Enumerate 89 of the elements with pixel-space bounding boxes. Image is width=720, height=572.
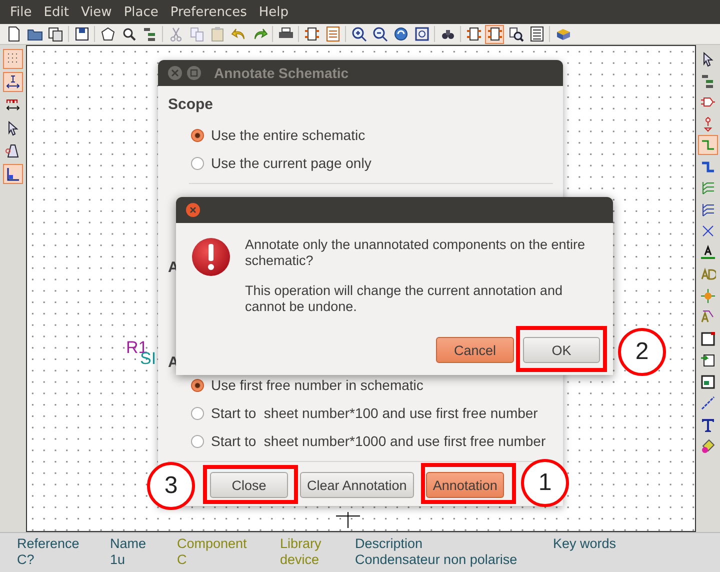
radio-label[interactable]: Use the current page only bbox=[211, 155, 372, 171]
redo-icon bbox=[252, 26, 268, 42]
eraser-icon bbox=[700, 438, 716, 454]
field-value: C bbox=[177, 552, 188, 568]
field-value: device bbox=[280, 552, 320, 568]
pages-button[interactable] bbox=[46, 24, 65, 44]
field-label: Component bbox=[177, 536, 248, 552]
menu-item[interactable]: File bbox=[4, 4, 38, 20]
inch-units-icon bbox=[5, 74, 21, 90]
import-icon bbox=[700, 352, 716, 368]
text-icon bbox=[700, 416, 716, 432]
grid-button[interactable] bbox=[3, 49, 23, 69]
step-number: 2 bbox=[618, 328, 666, 376]
corner-icon bbox=[5, 166, 21, 182]
menu-item[interactable]: View bbox=[74, 4, 118, 20]
zoom-in-icon bbox=[350, 26, 366, 42]
scissors-icon bbox=[168, 26, 184, 42]
list-icon bbox=[324, 26, 340, 42]
menu-item[interactable]: Edit bbox=[38, 4, 75, 20]
radio-button[interactable] bbox=[191, 128, 204, 142]
pages-icon bbox=[48, 26, 64, 42]
dialog-title: Annotate Schematic bbox=[214, 65, 349, 81]
dialog-message: This operation will change the current annotation and cannot be undone. bbox=[245, 283, 564, 315]
field-label: Reference bbox=[17, 536, 80, 552]
schematic-canvas[interactable] bbox=[26, 45, 696, 532]
field-value: Condensateur non polarise bbox=[355, 552, 518, 568]
cancel-button[interactable]: Cancel bbox=[436, 337, 514, 363]
inch-units-button[interactable] bbox=[3, 72, 23, 92]
chip-button[interactable] bbox=[302, 24, 321, 44]
radio-button[interactable] bbox=[191, 378, 204, 392]
radio-label[interactable]: Start to sheet number*100 and use first free number bbox=[211, 405, 538, 421]
radio-label[interactable]: Use the entire schematic bbox=[211, 127, 366, 143]
section-heading: Scope bbox=[168, 96, 214, 113]
field-value: C? bbox=[17, 552, 36, 568]
menu-item[interactable]: Preferences bbox=[164, 4, 253, 20]
annotate-button[interactable]: Annotation bbox=[426, 472, 504, 498]
dashed-line-icon bbox=[700, 395, 716, 411]
wire-button[interactable] bbox=[698, 135, 718, 155]
global-label-icon bbox=[700, 266, 716, 282]
field-label: Description bbox=[355, 536, 424, 552]
crosshair-cursor-icon bbox=[336, 512, 360, 528]
pentagon-icon bbox=[100, 26, 116, 42]
radio-label[interactable]: Use first free number in schematic bbox=[211, 377, 424, 393]
search-icon bbox=[120, 26, 136, 42]
cube-icon bbox=[554, 26, 570, 42]
inspect-page-icon bbox=[508, 26, 524, 42]
field-label: Library bbox=[280, 536, 322, 552]
clipboard-icon bbox=[210, 26, 226, 42]
hierarchical-label-icon bbox=[700, 309, 716, 325]
chip-icon bbox=[304, 26, 320, 42]
save-icon bbox=[74, 26, 90, 42]
zoom-out-icon bbox=[372, 26, 388, 42]
junction-icon bbox=[700, 288, 716, 304]
sheet-pin-icon bbox=[700, 374, 716, 390]
radio-button[interactable] bbox=[191, 406, 204, 420]
refresh-icon bbox=[392, 26, 408, 42]
close-button[interactable]: Close bbox=[210, 472, 288, 498]
step-number: 3 bbox=[147, 462, 195, 510]
chip-icon bbox=[486, 26, 502, 42]
dialog-message: Annotate only the unannotated components on the entire schematic? bbox=[245, 237, 586, 269]
clear-button[interactable]: Clear Annotation bbox=[300, 472, 414, 498]
radio-button[interactable] bbox=[191, 156, 204, 170]
cross-icon bbox=[700, 223, 716, 239]
ok-button[interactable]: OK bbox=[523, 337, 600, 363]
radio-label[interactable]: Start to sheet number*1000 and use first free number bbox=[211, 433, 546, 449]
error-icon bbox=[191, 237, 231, 277]
field-value: 1u bbox=[110, 552, 126, 568]
label-icon bbox=[700, 244, 716, 260]
hierarchy-icon bbox=[142, 26, 158, 42]
undo-icon bbox=[230, 26, 246, 42]
corner-button[interactable] bbox=[3, 164, 23, 184]
mm-units-icon bbox=[5, 97, 21, 113]
close-icon[interactable] bbox=[186, 203, 200, 217]
chip-icon bbox=[466, 26, 482, 42]
radio-button[interactable] bbox=[191, 434, 204, 448]
zoom-fit-icon bbox=[414, 26, 430, 42]
menu-item[interactable]: Place bbox=[118, 4, 164, 20]
chip-button[interactable] bbox=[485, 24, 504, 44]
table-icon bbox=[528, 26, 544, 42]
sheet-icon bbox=[700, 330, 716, 346]
copy-icon bbox=[188, 26, 204, 42]
page-icon bbox=[6, 26, 22, 42]
field-label: Name bbox=[110, 536, 148, 552]
menu-item[interactable]: Help bbox=[252, 4, 294, 20]
hierarchy-icon bbox=[700, 72, 716, 88]
chip-button[interactable] bbox=[464, 24, 483, 44]
field-label: Key words bbox=[553, 536, 616, 552]
wire-entry-icon bbox=[700, 180, 716, 196]
bus-entry-icon bbox=[700, 202, 716, 218]
